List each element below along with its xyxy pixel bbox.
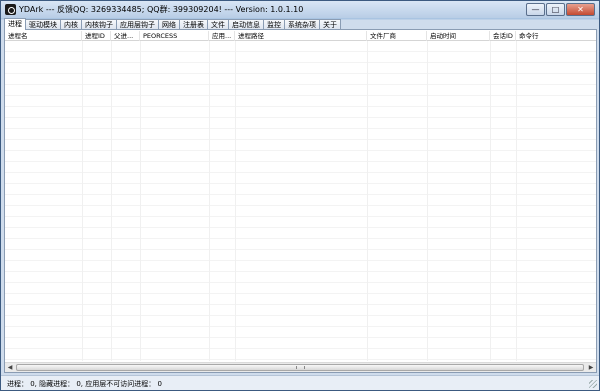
table-header: 进程名 进程ID 父进... PEORCESS 应用... 进程路径 文件厂商 … xyxy=(5,31,596,41)
minimize-button[interactable]: — xyxy=(526,3,545,16)
column-header-session-id[interactable]: 会话ID xyxy=(490,31,516,41)
column-header-command-line[interactable]: 命令行 xyxy=(516,31,596,41)
window-title: YDArk --- 反馈QQ: 3269334485; QQ群: 3993092… xyxy=(19,5,304,14)
close-button[interactable]: ✕ xyxy=(566,3,595,16)
app-window: YDArk --- 反馈QQ: 3269334485; QQ群: 3993092… xyxy=(0,0,600,391)
column-divider xyxy=(427,41,428,361)
column-divider xyxy=(516,41,517,361)
scrollbar-thumb[interactable] xyxy=(16,364,584,371)
column-divider xyxy=(367,41,368,361)
column-header-app-access[interactable]: 应用... xyxy=(209,31,235,41)
column-header-pid[interactable]: 进程ID xyxy=(82,31,111,41)
column-header-eprocess[interactable]: PEORCESS xyxy=(140,31,209,41)
column-divider xyxy=(209,41,210,361)
column-divider xyxy=(111,41,112,361)
process-table-body[interactable] xyxy=(5,41,596,361)
column-divider xyxy=(140,41,141,361)
column-divider xyxy=(235,41,236,361)
window-controls: — □ ✕ xyxy=(526,3,595,16)
scroll-right-arrow-icon[interactable]: ▶ xyxy=(586,363,596,372)
app-logo-icon xyxy=(5,4,16,15)
maximize-button[interactable]: □ xyxy=(546,3,565,16)
column-header-vendor[interactable]: 文件厂商 xyxy=(367,31,427,41)
status-bar: 进程： 0, 隐藏进程： 0, 应用层不可访问进程： 0 xyxy=(1,375,599,390)
horizontal-scrollbar[interactable]: ◀ ▶ xyxy=(5,362,596,372)
resize-grip-icon[interactable] xyxy=(589,380,597,388)
process-count-status: 进程： 0, 隐藏进程： 0, 应用层不可访问进程： 0 xyxy=(7,380,162,388)
column-header-parent-pid[interactable]: 父进... xyxy=(111,31,140,41)
process-list-panel: 进程名 进程ID 父进... PEORCESS 应用... 进程路径 文件厂商 … xyxy=(4,29,597,373)
column-divider xyxy=(490,41,491,361)
column-header-process-path[interactable]: 进程路径 xyxy=(235,31,367,41)
column-header-start-time[interactable]: 启动时间 xyxy=(427,31,490,41)
column-divider xyxy=(82,41,83,361)
title-bar[interactable]: YDArk --- 反馈QQ: 3269334485; QQ群: 3993092… xyxy=(1,1,599,18)
scroll-left-arrow-icon[interactable]: ◀ xyxy=(5,363,15,372)
tab-process[interactable]: 进程 xyxy=(4,18,26,30)
column-header-process-name[interactable]: 进程名 xyxy=(5,31,82,41)
